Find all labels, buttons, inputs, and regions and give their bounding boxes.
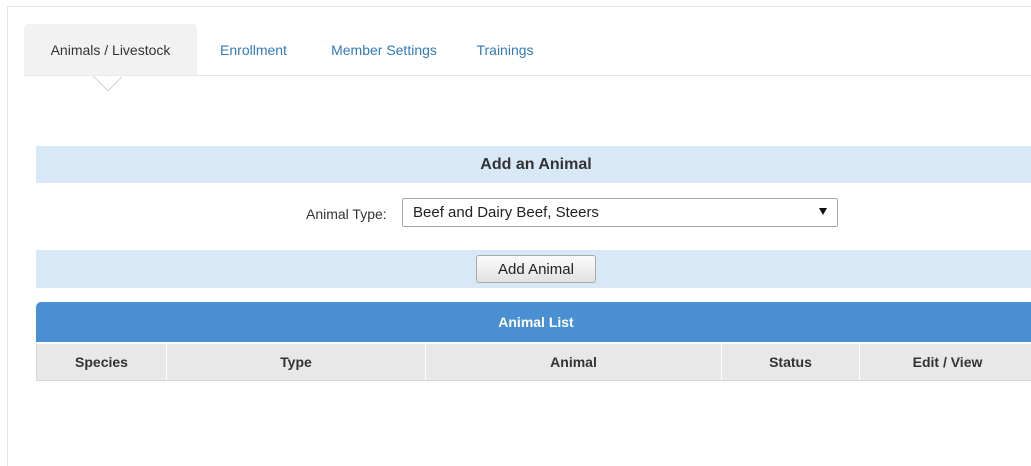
animal-type-label: Animal Type: (306, 206, 387, 222)
active-tab-caret-icon (92, 76, 122, 91)
tab-trainings[interactable]: Trainings (458, 24, 552, 75)
add-animal-button[interactable]: Add Animal (476, 255, 596, 283)
animal-type-row: Animal Type: Beef and Dairy Beef, Steers (36, 197, 1031, 229)
animal-list: Animal List Species Type Animal Status E… (36, 302, 1031, 381)
animal-type-select[interactable]: Beef and Dairy Beef, Steers (402, 198, 838, 227)
column-header-species[interactable]: Species (37, 344, 167, 380)
member-panel: Animals / Livestock Enrollment Member Se… (7, 6, 1031, 466)
tab-animals-livestock[interactable]: Animals / Livestock (24, 24, 197, 75)
column-header-status[interactable]: Status (722, 344, 860, 380)
tab-enrollment[interactable]: Enrollment (197, 24, 310, 75)
animal-list-title: Animal List (36, 302, 1031, 342)
column-header-type[interactable]: Type (167, 344, 426, 380)
add-animal-button-bar: Add Animal (36, 250, 1031, 288)
animal-type-selected-value: Beef and Dairy Beef, Steers (413, 204, 599, 221)
add-animal-header: Add an Animal (36, 146, 1031, 183)
animal-list-column-headers: Species Type Animal Status Edit / View (36, 342, 1031, 381)
tab-divider (24, 75, 1031, 76)
column-header-animal[interactable]: Animal (426, 344, 722, 380)
tab-member-settings[interactable]: Member Settings (310, 24, 458, 75)
dropdown-arrow-icon (819, 208, 827, 215)
add-animal-title: Add an Animal (480, 155, 592, 173)
tab-bar: Animals / Livestock Enrollment Member Se… (24, 24, 552, 75)
column-header-edit-view[interactable]: Edit / View (860, 344, 1031, 380)
